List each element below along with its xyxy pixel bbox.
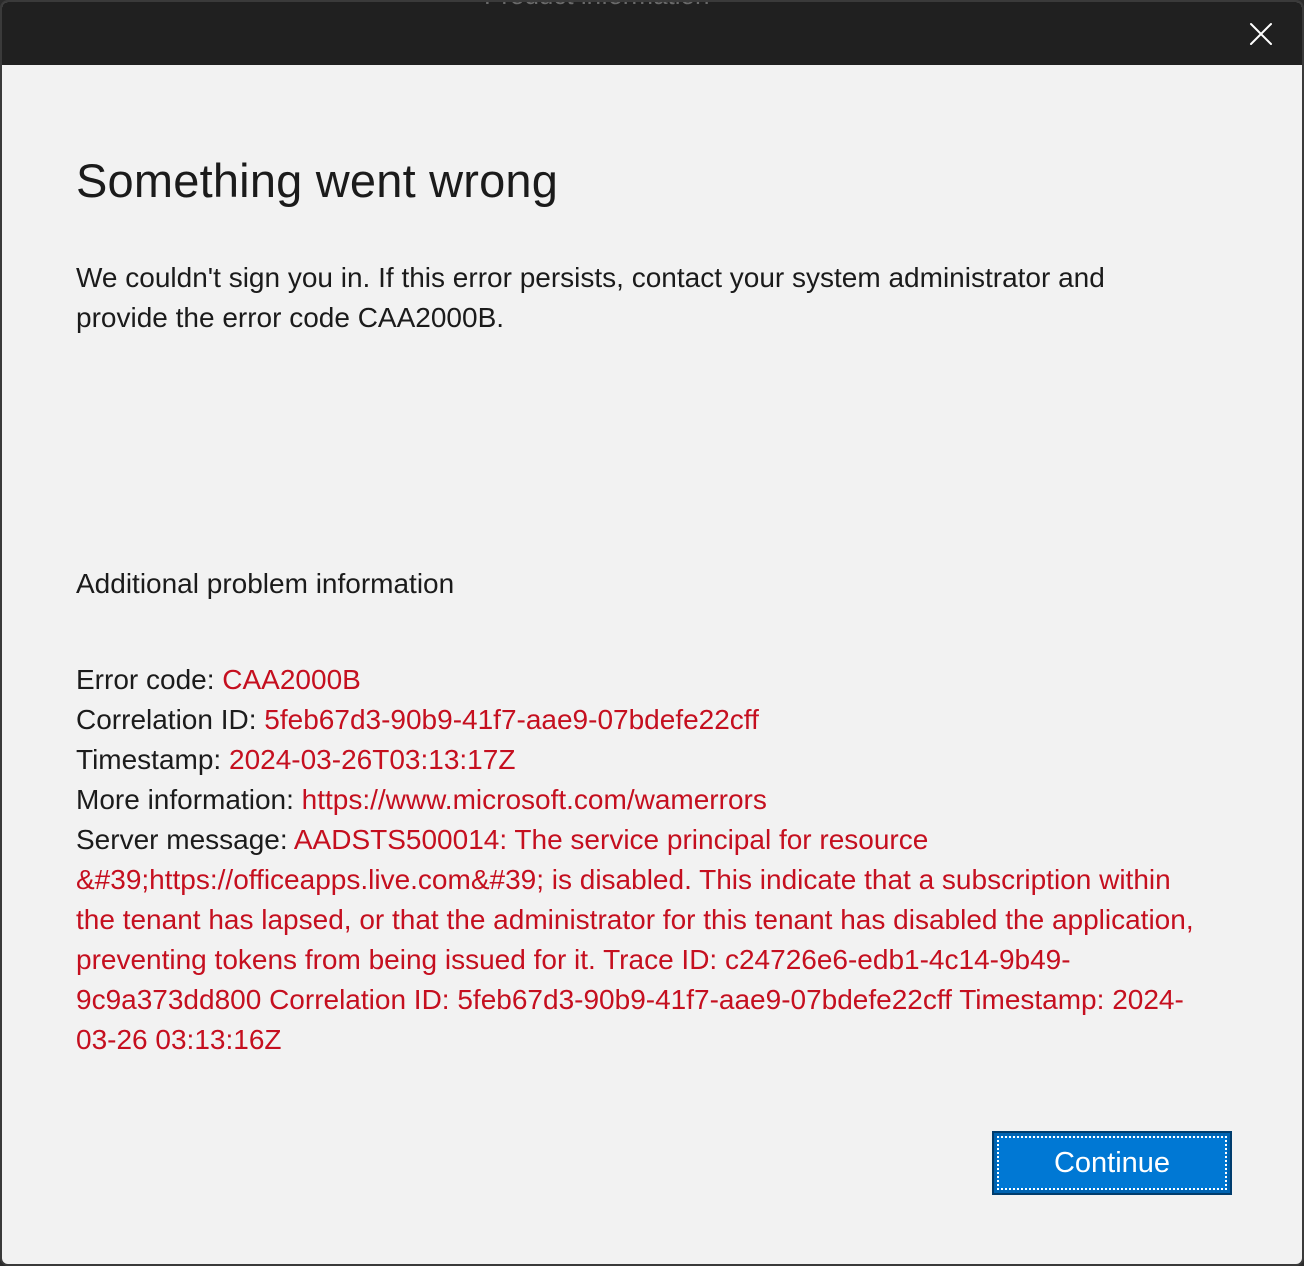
more-information-row: More information: https://www.microsoft.… xyxy=(76,780,1216,820)
continue-button-label: Continue xyxy=(997,1136,1227,1190)
dialog-title: Something went wrong xyxy=(76,154,559,207)
close-icon xyxy=(1250,23,1272,45)
field-label: Server message: xyxy=(76,824,294,855)
error-code-row: Error code: CAA2000B xyxy=(76,660,1216,700)
error-code-value: CAA2000B xyxy=(222,664,361,695)
correlation-id-row: Correlation ID: 5feb67d3-90b9-41f7-aae9-… xyxy=(76,700,1216,740)
title-bar: Product information xyxy=(2,2,1302,65)
sign-in-error-dialog: Product information Something went wrong… xyxy=(0,0,1304,1266)
timestamp-value: 2024-03-26T03:13:17Z xyxy=(229,744,516,775)
close-button[interactable] xyxy=(1234,8,1288,60)
field-label: Timestamp: xyxy=(76,744,229,775)
window-title: Product information xyxy=(484,2,709,11)
field-label: More information: xyxy=(76,784,302,815)
error-details: Error code: CAA2000B Correlation ID: 5fe… xyxy=(76,660,1216,1060)
continue-button[interactable]: Continue xyxy=(992,1131,1232,1195)
server-message-value: AADSTS500014: The service principal for … xyxy=(76,824,1194,1055)
more-information-link[interactable]: https://www.microsoft.com/wamerrors xyxy=(302,784,767,815)
server-message-row: Server message: AADSTS500014: The servic… xyxy=(76,820,1216,1060)
error-description: We couldn't sign you in. If this error p… xyxy=(76,262,1105,333)
field-label: Correlation ID: xyxy=(76,704,265,735)
correlation-id-value: 5feb67d3-90b9-41f7-aae9-07bdefe22cff xyxy=(264,704,759,735)
additional-info-heading: Additional problem information xyxy=(76,568,455,599)
field-label: Error code: xyxy=(76,664,223,695)
timestamp-row: Timestamp: 2024-03-26T03:13:17Z xyxy=(76,740,1216,780)
